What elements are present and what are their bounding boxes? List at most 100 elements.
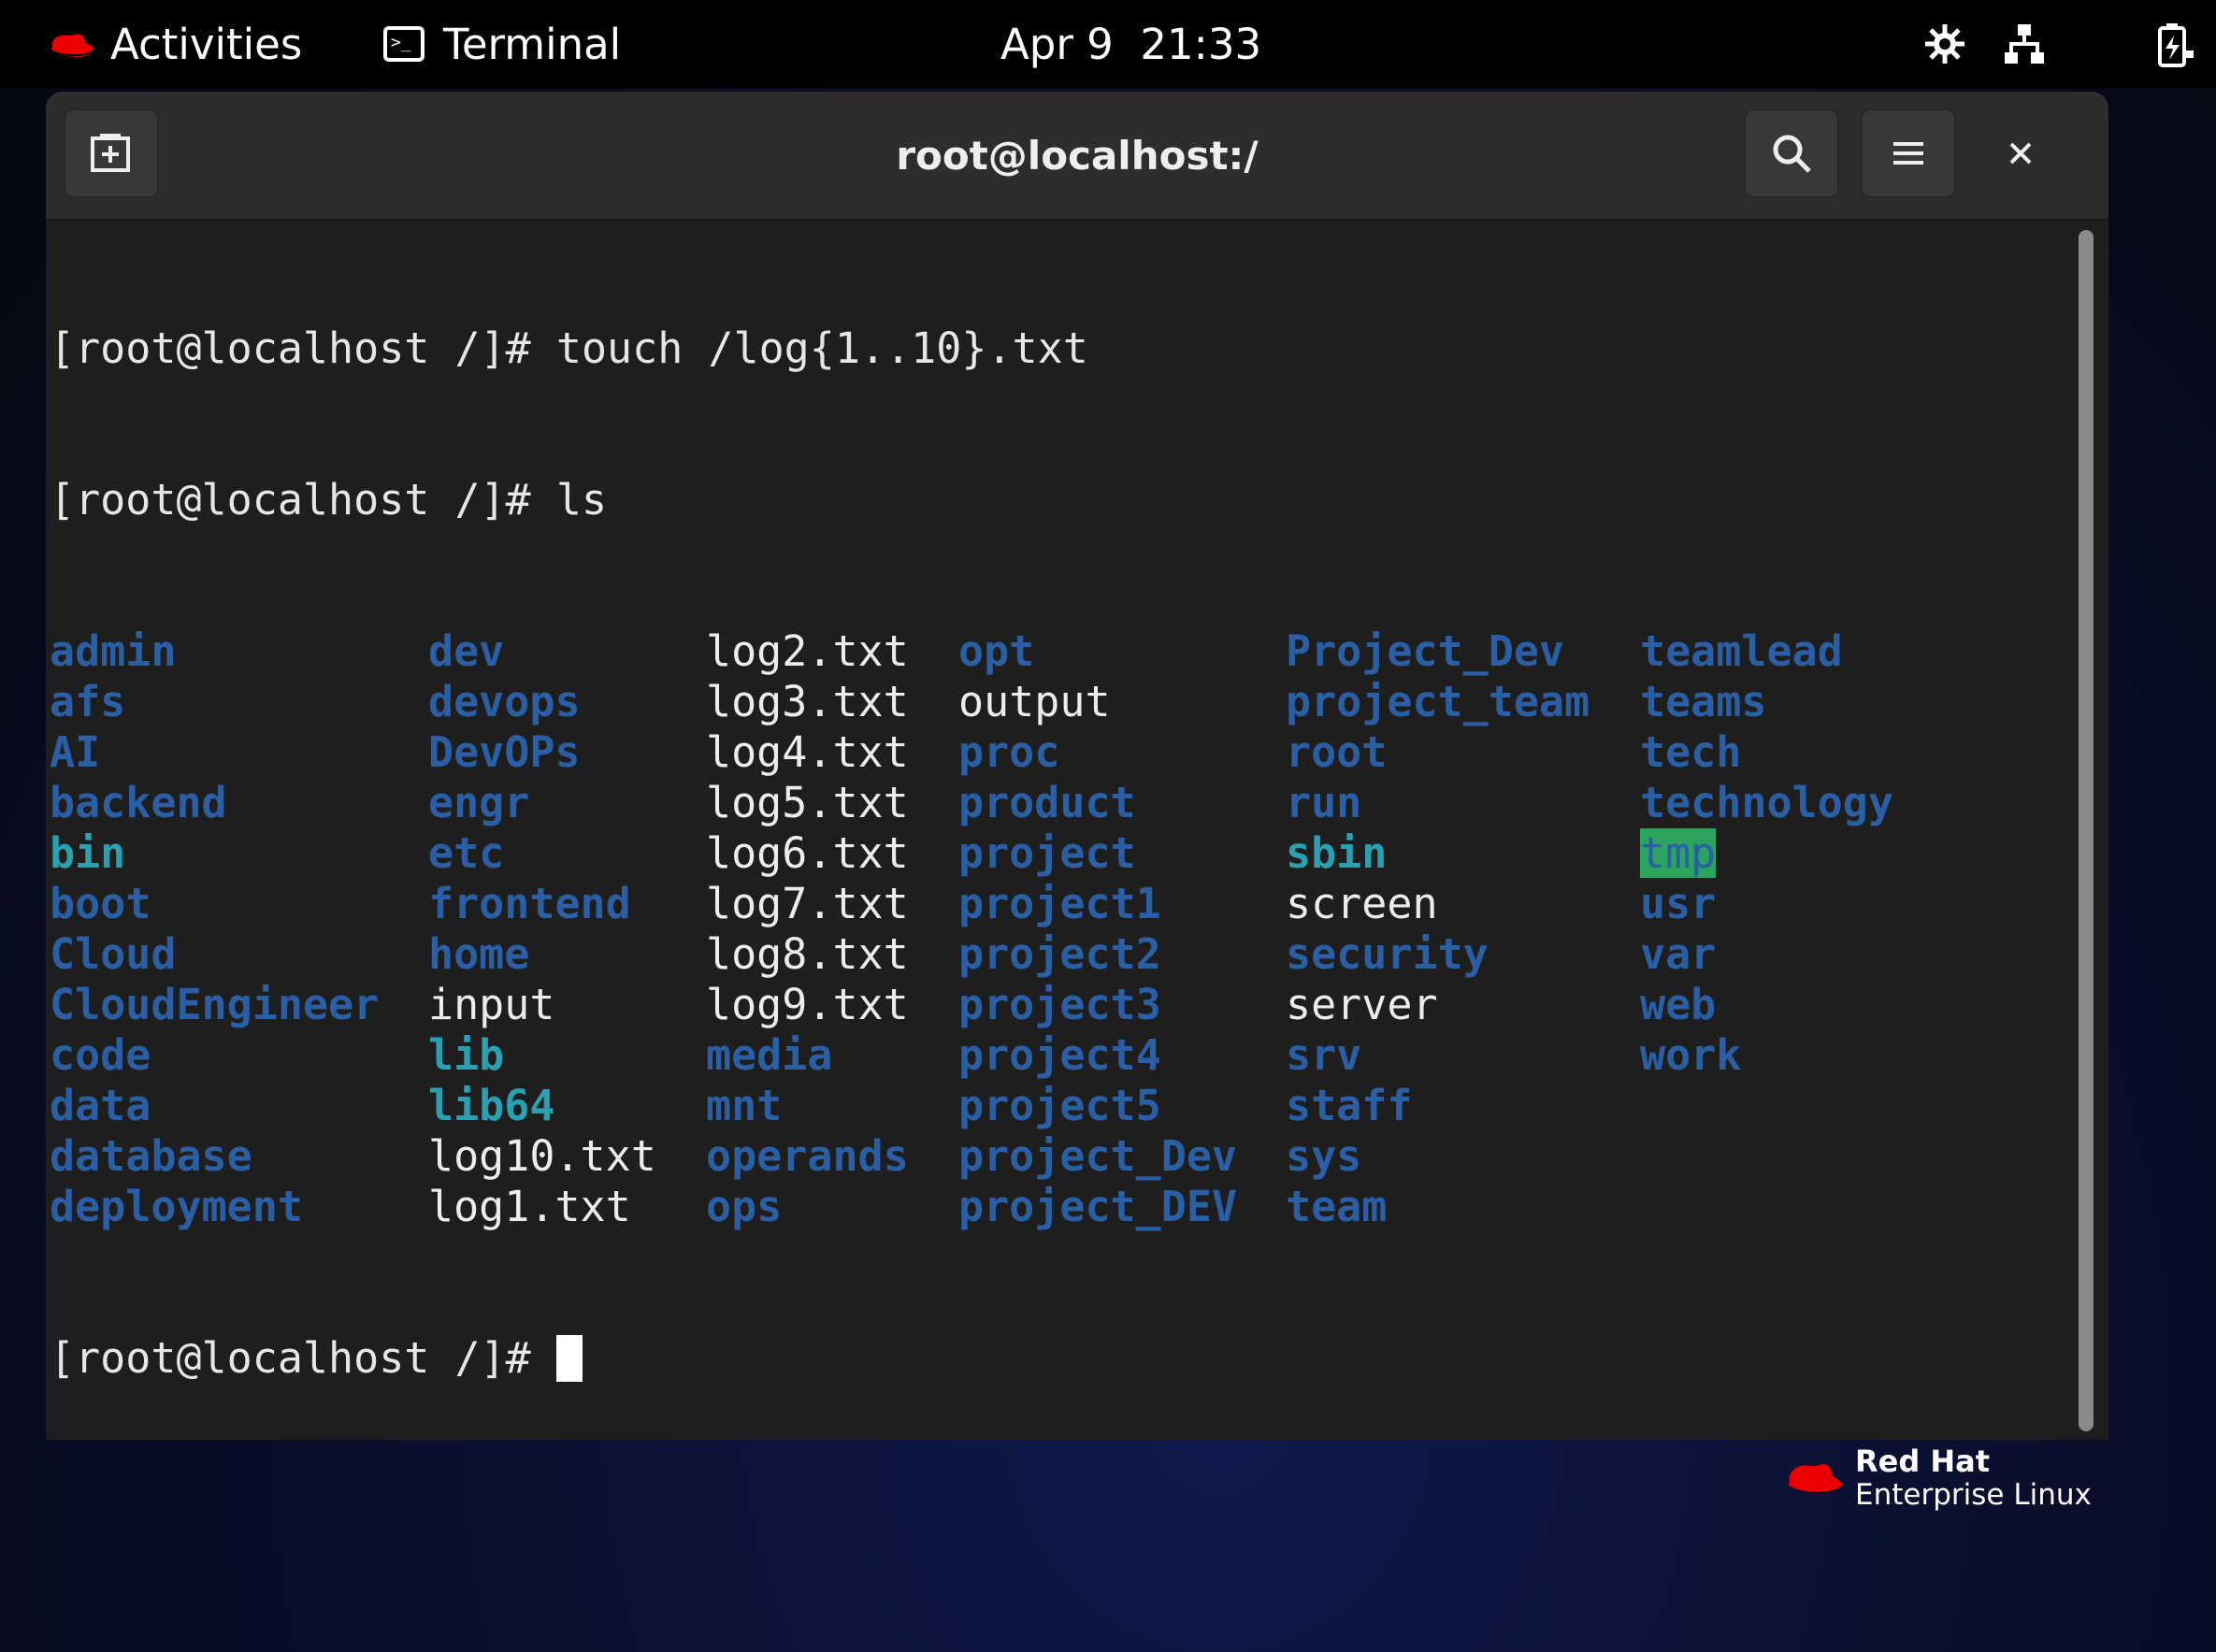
- menu-button[interactable]: [1861, 108, 1956, 198]
- activities-label: Activities: [110, 19, 303, 69]
- terminal-output[interactable]: [root@localhost /]# touch /log{1..10}.tx…: [50, 223, 2060, 1438]
- ls-entry-name: data: [50, 1081, 151, 1130]
- ls-entry-name: teams: [1640, 677, 1767, 726]
- ls-entry: log6.txt: [706, 828, 958, 879]
- ls-entry: lib64: [428, 1081, 706, 1131]
- ls-entry-name: security: [1286, 929, 1489, 979]
- ls-entry-name: database: [50, 1131, 252, 1181]
- ls-entry-name: tmp: [1640, 828, 1717, 878]
- ls-entry: code: [50, 1030, 428, 1081]
- search-button[interactable]: [1744, 108, 1839, 198]
- ls-entry: data: [50, 1081, 428, 1131]
- new-tab-button[interactable]: [64, 108, 159, 198]
- top-bar: Activities >_ Terminal Apr 9 21:33: [0, 0, 2216, 88]
- ls-entry-name: media: [706, 1030, 833, 1080]
- ls-entry: security: [1286, 929, 1640, 980]
- ls-entry-name: technology: [1640, 778, 1893, 827]
- ls-entry: team: [1286, 1182, 1640, 1232]
- ls-entry-name: log6.txt: [706, 828, 909, 878]
- ls-entry: devops: [428, 677, 706, 727]
- ls-entry: project5: [958, 1081, 1286, 1131]
- ls-entry-name: team: [1286, 1182, 1388, 1231]
- scrollbar[interactable]: [2077, 230, 2095, 1431]
- ls-entry: sbin: [1286, 828, 1640, 879]
- ls-entry: lib: [428, 1030, 706, 1081]
- ls-entry-name: Project_Dev: [1286, 626, 1565, 676]
- ls-entry-name: deployment: [50, 1182, 303, 1231]
- ls-entry: admin: [50, 626, 428, 677]
- app-menu-label: Terminal: [443, 19, 622, 69]
- search-icon: [1773, 135, 1811, 173]
- ls-entry: frontend: [428, 879, 706, 929]
- ls-entry: project2: [958, 929, 1286, 980]
- ls-entry: project_DEV: [958, 1182, 1286, 1232]
- ls-entry-name: input: [428, 980, 555, 1029]
- terminal-icon: >_: [383, 26, 424, 62]
- ls-entry-name: product: [958, 778, 1136, 827]
- ls-entry: log2.txt: [706, 626, 958, 677]
- ls-entry-name: AI: [50, 727, 101, 777]
- battery-icon[interactable]: [2149, 21, 2195, 67]
- clock-date: Apr 9: [1000, 19, 1114, 69]
- ls-entry: project_Dev: [958, 1131, 1286, 1182]
- ls-entry: project_team: [1286, 677, 1640, 727]
- app-menu-terminal[interactable]: >_ Terminal: [383, 0, 621, 88]
- clock-time: 21:33: [1140, 19, 1262, 69]
- header-bar: root@localhost:/: [46, 92, 2108, 221]
- ls-entry-name: log4.txt: [706, 727, 909, 777]
- text-cursor: [555, 1335, 583, 1382]
- ls-entry: teams: [1640, 677, 1995, 727]
- ls-entry: log10.txt: [428, 1131, 706, 1182]
- ls-entry-name: afs: [50, 677, 126, 726]
- ls-entry-name: etc: [428, 828, 505, 878]
- ls-entry-name: sys: [1286, 1131, 1362, 1181]
- ls-entry: CloudEngineer: [50, 980, 428, 1030]
- ls-entry: DevOPs: [428, 727, 706, 778]
- ls-entry-name: project_team: [1286, 677, 1590, 726]
- ls-entry: log7.txt: [706, 879, 958, 929]
- ls-entry-name: opt: [958, 626, 1035, 676]
- brand-line-2: Enterprise Linux: [1855, 1478, 2092, 1512]
- network-icon[interactable]: [2001, 21, 2048, 67]
- ls-entry-name: lib64: [428, 1081, 555, 1130]
- ls-entry-name: log2.txt: [706, 626, 909, 676]
- ls-entry-name: log9.txt: [706, 980, 909, 1029]
- ls-entry: etc: [428, 828, 706, 879]
- ls-entry-name: output: [958, 677, 1111, 726]
- ls-entry-name: project: [958, 828, 1136, 878]
- ls-entry: dev: [428, 626, 706, 677]
- ls-entry: project: [958, 828, 1286, 879]
- scrollbar-thumb[interactable]: [2079, 230, 2094, 1431]
- ls-entry: AI: [50, 727, 428, 778]
- ls-entry: output: [958, 677, 1286, 727]
- ls-entry-name: usr: [1640, 879, 1717, 928]
- ls-entry: project1: [958, 879, 1286, 929]
- ls-entry-name: project3: [958, 980, 1161, 1029]
- ls-entry-name: screen: [1286, 879, 1438, 928]
- ls-entry-name: log10.txt: [428, 1131, 656, 1181]
- ls-entry: Project_Dev: [1286, 626, 1640, 677]
- hamburger-menu-icon: [1893, 142, 1923, 165]
- accessibility-icon[interactable]: [1921, 21, 1968, 67]
- ls-entry: backend: [50, 778, 428, 828]
- command-line-ls: [root@localhost /]# ls: [50, 475, 608, 524]
- ls-entry-name: devops: [428, 677, 581, 726]
- ls-entry-name: sbin: [1286, 828, 1388, 878]
- ls-entry: afs: [50, 677, 428, 727]
- ls-entry-name: project2: [958, 929, 1161, 979]
- ls-entry-name: log7.txt: [706, 879, 909, 928]
- activities-button[interactable]: Activities: [47, 0, 302, 88]
- brand-line-1: Red Hat: [1855, 1444, 1991, 1479]
- ls-entry: log3.txt: [706, 677, 958, 727]
- ls-entry-name: CloudEngineer: [50, 980, 380, 1029]
- clock[interactable]: Apr 9 21:33: [1000, 0, 1261, 88]
- ls-entry: log5.txt: [706, 778, 958, 828]
- ls-entry-name: project_Dev: [958, 1131, 1238, 1181]
- close-button[interactable]: [1993, 125, 2049, 181]
- ls-entry: Cloud: [50, 929, 428, 980]
- ls-entry-name: mnt: [706, 1081, 783, 1130]
- ls-entry: ops: [706, 1182, 958, 1232]
- ls-entry: deployment: [50, 1182, 428, 1232]
- ls-entry-name: code: [50, 1030, 151, 1080]
- ls-entry: teamlead: [1640, 626, 1995, 677]
